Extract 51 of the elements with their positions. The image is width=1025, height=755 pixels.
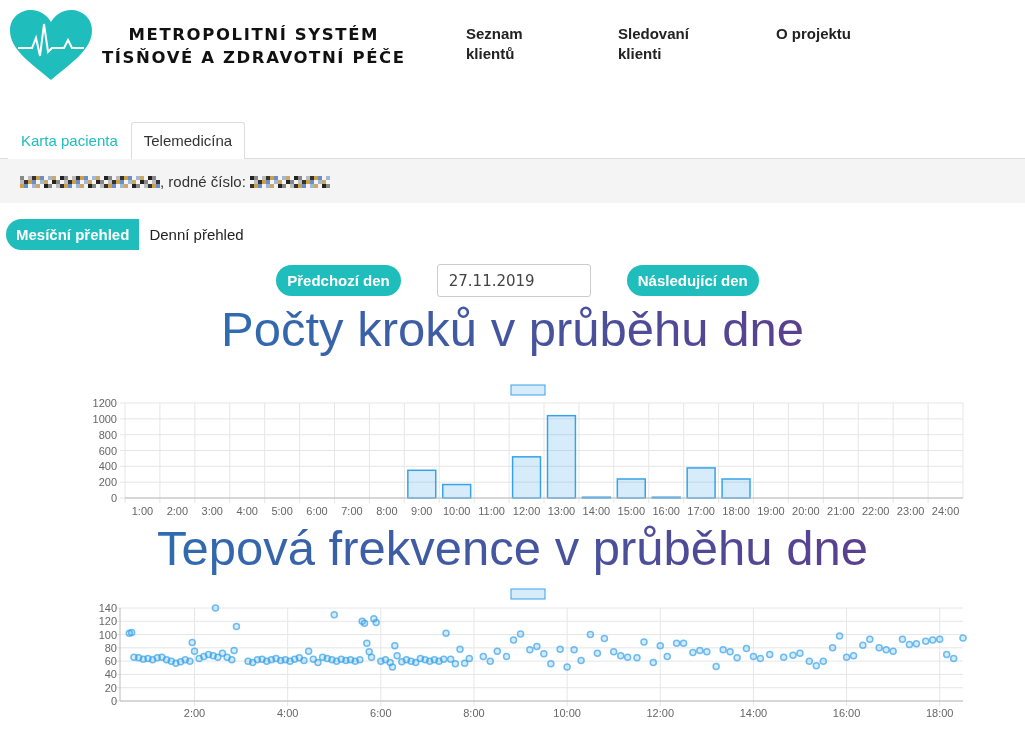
axis-label: 5:00 [271,505,293,516]
axis-label: 19:00 [757,505,785,516]
axis-label: 100 [98,628,117,641]
axis-label: 3:00 [201,505,223,516]
axis-label: 6:00 [306,505,328,516]
axis-label: 1:00 [131,505,154,516]
axis-label: 200 [98,476,117,489]
axis-label: 10:00 [442,505,471,516]
axis-label: 1200 [92,397,117,409]
axis-label: 0 [110,492,117,504]
axis-label: 0 [110,695,117,707]
axis-label: 17:00 [687,505,715,516]
axis-label: 400 [98,460,117,473]
site-title: TÍSŇOVÉ A ZDRAVOTNÍ PÉČE [102,48,406,67]
axis-label: 15:00 [617,505,646,516]
axis-label: 10:00 [553,707,581,719]
axis-label: 16:00 [652,505,680,516]
axis-label: 800 [98,428,117,441]
axis-label: 14:00 [739,707,768,719]
axis-label: 12:00 [646,707,675,719]
axis-label: 40 [104,668,117,681]
axis-label: 140 [98,602,117,614]
axis-label: 2:00 [183,707,206,719]
axis-label: 7:00 [341,505,363,516]
axis-label: 60 [104,655,117,668]
axis-label: 9:00 [411,505,433,516]
axis-label: 2:00 [166,505,189,516]
axis-label: 4:00 [276,707,299,719]
axis-label: 8:00 [376,505,398,516]
axis-label: 21:00 [827,505,855,516]
axis-label: 600 [98,444,117,457]
axis-label: 6:00 [370,707,392,719]
site-title: METROPOLITNÍ SYSTÉM [128,25,380,44]
axis-label: 14:00 [582,505,611,516]
axis-label: 22:00 [861,505,890,516]
axis-label: 4:00 [236,505,258,516]
axis-label: 20 [104,681,117,694]
birth-number-label: , rodné číslo: [160,172,246,190]
axis-label: 16:00 [832,707,861,719]
axis-label: 120 [98,615,117,628]
axis-label: 1000 [92,412,117,425]
axis-label: 18:00 [925,707,954,719]
axis-label: 13:00 [547,505,576,516]
axis-label: 12:00 [512,505,541,516]
axis-label: 11:00 [478,505,505,516]
axis-label: 8:00 [463,707,485,719]
axis-label: 23:00 [896,505,925,516]
axis-label: 20:00 [792,505,820,516]
axis-label: 80 [104,641,117,654]
axis-label: 24:00 [931,505,960,516]
axis-label: 18:00 [722,505,750,516]
